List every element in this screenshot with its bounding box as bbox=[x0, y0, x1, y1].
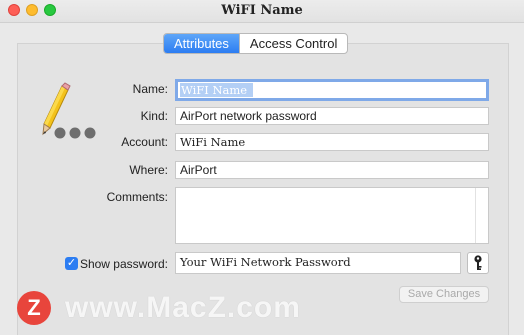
tab-attributes[interactable]: Attributes bbox=[164, 34, 239, 53]
account-label: Account: bbox=[121, 135, 168, 149]
dot-1 bbox=[54, 127, 66, 139]
name-field[interactable]: WiFI Name bbox=[175, 79, 489, 101]
show-password-label: Show password: bbox=[79, 257, 168, 271]
title-bar: WiFI Name bbox=[0, 0, 524, 23]
watermark-text: www.MacZ.com bbox=[65, 291, 301, 324]
comments-label: Comments: bbox=[106, 190, 168, 204]
where-field[interactable]: AirPort bbox=[175, 161, 489, 179]
window-title: WiFI Name bbox=[221, 3, 303, 18]
name-label: Name: bbox=[132, 82, 168, 96]
tab-bar: Attributes Access Control bbox=[163, 33, 349, 54]
where-label: Where: bbox=[129, 163, 168, 177]
save-changes-button[interactable]: Save Changes bbox=[399, 286, 489, 303]
comments-textarea[interactable] bbox=[175, 187, 489, 244]
watermark-logo: Z bbox=[17, 291, 51, 325]
name-value: WiFI Name bbox=[180, 83, 254, 97]
kind-label: Kind: bbox=[140, 109, 168, 123]
key-icon bbox=[474, 255, 482, 270]
tab-access-control[interactable]: Access Control bbox=[240, 34, 347, 53]
password-field[interactable]: Your WiFi Network Password bbox=[175, 252, 461, 274]
comments-scrollbar[interactable] bbox=[475, 188, 488, 243]
account-field[interactable]: WiFi Name bbox=[175, 133, 489, 151]
pencil-icon bbox=[42, 82, 71, 136]
kind-field[interactable]: AirPort network password bbox=[175, 107, 489, 125]
copy-password-button[interactable] bbox=[467, 252, 489, 274]
watermark: Z www.MacZ.com bbox=[17, 288, 301, 328]
